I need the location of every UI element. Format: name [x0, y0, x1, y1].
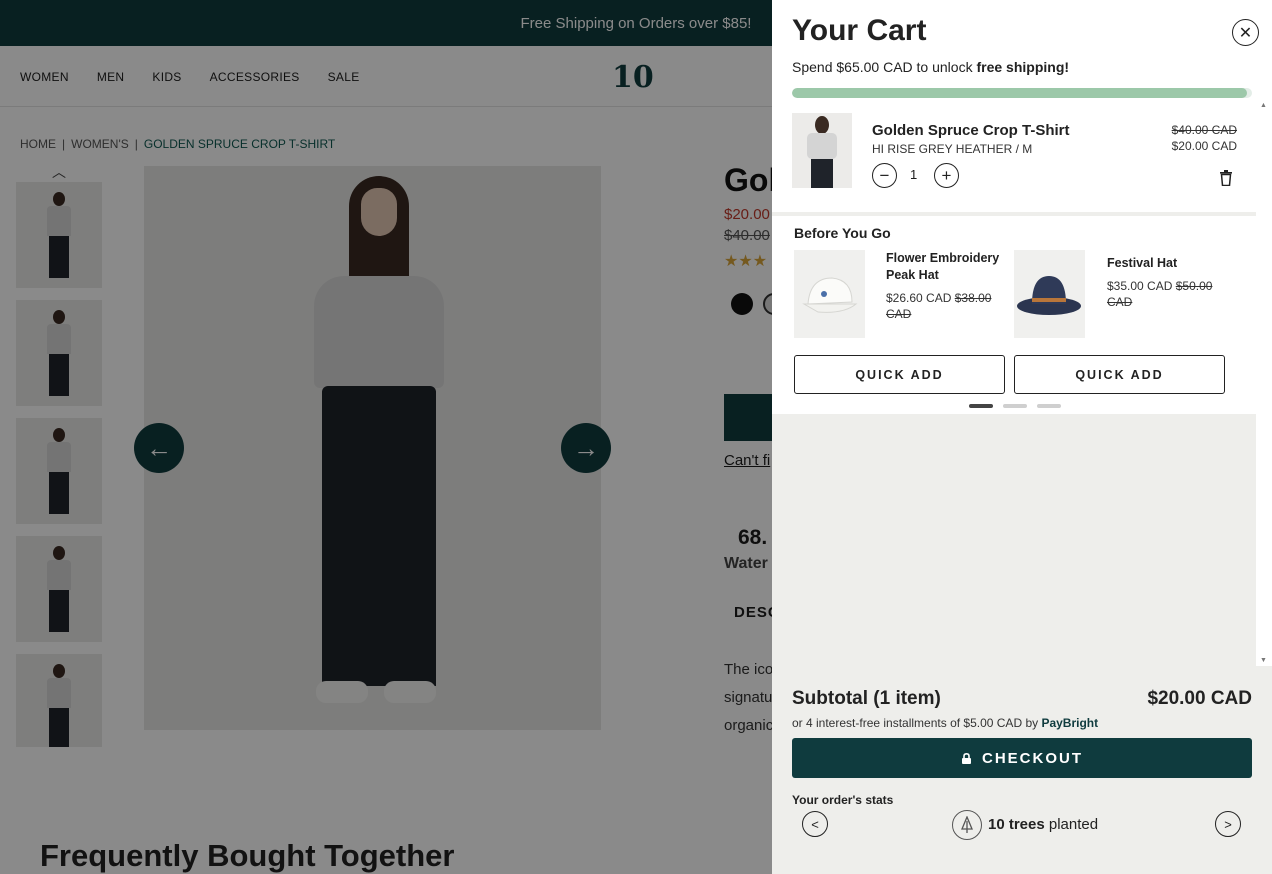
upsell-title: Before You Go — [794, 225, 891, 241]
checkout-button[interactable]: CHECKOUT — [792, 738, 1252, 778]
upsell-product-name[interactable]: Festival Hat — [1107, 255, 1227, 272]
shipping-message-emphasis: free shipping! — [976, 59, 1070, 75]
lock-icon — [962, 752, 971, 764]
subtotal-value: $20.00 CAD — [1147, 688, 1252, 709]
cart-item-compare-price: $40.00 CAD — [1171, 123, 1237, 137]
quantity-value: 1 — [910, 167, 918, 182]
tree-icon — [952, 810, 982, 840]
plus-icon[interactable]: + — [934, 163, 959, 188]
installments-prefix: or 4 interest-free installments of $5.00… — [792, 716, 1042, 730]
cart-scrollbar[interactable]: ▲ ▼ — [1256, 100, 1272, 666]
scroll-down-icon[interactable]: ▼ — [1260, 657, 1267, 664]
upsell-price-current: $26.60 CAD — [886, 291, 952, 305]
upsell-product-image[interactable] — [1014, 250, 1085, 338]
scroll-up-icon[interactable]: ▲ — [1260, 102, 1267, 109]
close-icon[interactable]: ✕ — [1232, 19, 1259, 46]
trees-count: 10 trees — [988, 816, 1045, 833]
checkout-label: CHECKOUT — [982, 749, 1083, 767]
cart-scroll-area: Golden Spruce Crop T-Shirt HI RISE GREY … — [772, 100, 1256, 666]
cart-item-name[interactable]: Golden Spruce Crop T-Shirt — [872, 122, 1070, 139]
minus-icon[interactable]: − — [872, 163, 897, 188]
cart-line-item: Golden Spruce Crop T-Shirt HI RISE GREY … — [772, 100, 1256, 212]
subtotal-label: Subtotal (1 item) — [792, 688, 941, 709]
trash-icon[interactable] — [1219, 170, 1233, 186]
order-stats-label: Your order's stats — [792, 793, 894, 807]
carousel-dot[interactable] — [969, 404, 993, 408]
upsell-product-price: $35.00 CAD $50.00 CAD — [1107, 278, 1217, 310]
upsell-section: Before You Go Flower Embroidery Peak Hat… — [772, 216, 1256, 414]
installments-text: or 4 interest-free installments of $5.00… — [792, 716, 1098, 730]
carousel-dot[interactable] — [1003, 404, 1027, 408]
trees-planted-text: 10 trees planted — [988, 816, 1098, 833]
upsell-price-current: $35.00 CAD — [1107, 279, 1173, 293]
product-thumbnail[interactable] — [792, 113, 852, 188]
cart-item-price: $20.00 CAD — [1171, 139, 1237, 153]
upsell-product-price: $26.60 CAD $38.00 CAD — [886, 290, 996, 322]
free-shipping-message: Spend $65.00 CAD to unlock free shipping… — [792, 59, 1069, 75]
carousel-dots — [969, 404, 1061, 408]
chevron-right-icon[interactable]: > — [1215, 811, 1241, 837]
cart-title: Your Cart — [792, 14, 927, 47]
paybright-link[interactable]: PayBright — [1041, 716, 1098, 730]
cart-item-variant: HI RISE GREY HEATHER / M — [872, 142, 1033, 156]
shipping-progress-bar — [792, 88, 1252, 98]
quick-add-button[interactable]: QUICK ADD — [1014, 355, 1225, 394]
upsell-product-name[interactable]: Flower Embroidery Peak Hat — [886, 250, 1006, 284]
trees-suffix: planted — [1044, 816, 1099, 833]
shipping-message-text: Spend $65.00 CAD to unlock — [792, 59, 977, 75]
cart-footer: Subtotal (1 item) $20.00 CAD or 4 intere… — [772, 666, 1272, 874]
cart-drawer: Your Cart ✕ Spend $65.00 CAD to unlock f… — [772, 0, 1272, 874]
carousel-dot[interactable] — [1037, 404, 1061, 408]
quick-add-button[interactable]: QUICK ADD — [794, 355, 1005, 394]
shipping-progress-fill — [792, 88, 1248, 98]
chevron-left-icon[interactable]: < — [802, 811, 828, 837]
upsell-product-image[interactable] — [794, 250, 865, 338]
